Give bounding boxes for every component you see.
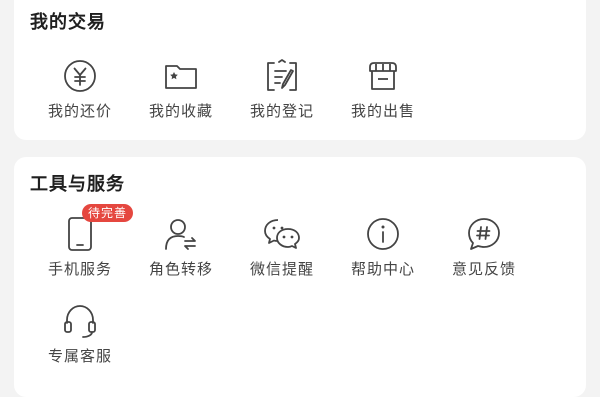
phone-service-label: 手机服务 [47, 260, 112, 278]
phone-service-button[interactable]: 待完善 手机服务 [30, 204, 134, 288]
my-counteroffer-label: 我的还价 [47, 102, 112, 120]
role-transfer-label: 角色转移 [148, 260, 213, 278]
my-registration-label: 我的登记 [249, 102, 314, 120]
tools-services-card: 工具与服务 待完善 手机服务 角色转移 微信提醒 帮助中心 意见反馈 专属客服 [14, 157, 586, 397]
feedback-button[interactable]: 意见反馈 [434, 216, 534, 288]
dedicated-support-button[interactable]: 专属客服 [30, 303, 130, 375]
my-sales-label: 我的出售 [350, 102, 415, 120]
wechat-icon [264, 216, 300, 252]
yuan-circle-icon [62, 58, 98, 94]
my-favorites-label: 我的收藏 [148, 102, 213, 120]
dedicated-support-label: 专属客服 [47, 347, 112, 365]
feedback-icon [466, 216, 502, 252]
info-icon [365, 216, 401, 252]
my-registration-button[interactable]: 我的登记 [232, 58, 332, 130]
my-trade-title: 我的交易 [30, 12, 106, 33]
wechat-reminder-label: 微信提醒 [249, 260, 314, 278]
my-trade-card: 我的交易 我的还价 我的收藏 我的登记 我的出售 [14, 0, 586, 140]
headset-icon [62, 303, 98, 339]
my-favorites-button[interactable]: 我的收藏 [131, 58, 231, 130]
pending-badge: 待完善 [82, 204, 134, 222]
help-center-button[interactable]: 帮助中心 [333, 216, 433, 288]
role-transfer-icon [163, 216, 199, 252]
feedback-label: 意见反馈 [451, 260, 516, 278]
my-sales-button[interactable]: 我的出售 [333, 58, 433, 130]
tools-services-title: 工具与服务 [30, 174, 125, 195]
help-center-label: 帮助中心 [350, 260, 415, 278]
register-edit-icon [264, 58, 300, 94]
my-counteroffer-button[interactable]: 我的还价 [30, 58, 130, 130]
wechat-reminder-button[interactable]: 微信提醒 [232, 216, 332, 288]
shop-icon [365, 58, 401, 94]
folder-star-icon [163, 58, 199, 94]
role-transfer-button[interactable]: 角色转移 [131, 216, 231, 288]
